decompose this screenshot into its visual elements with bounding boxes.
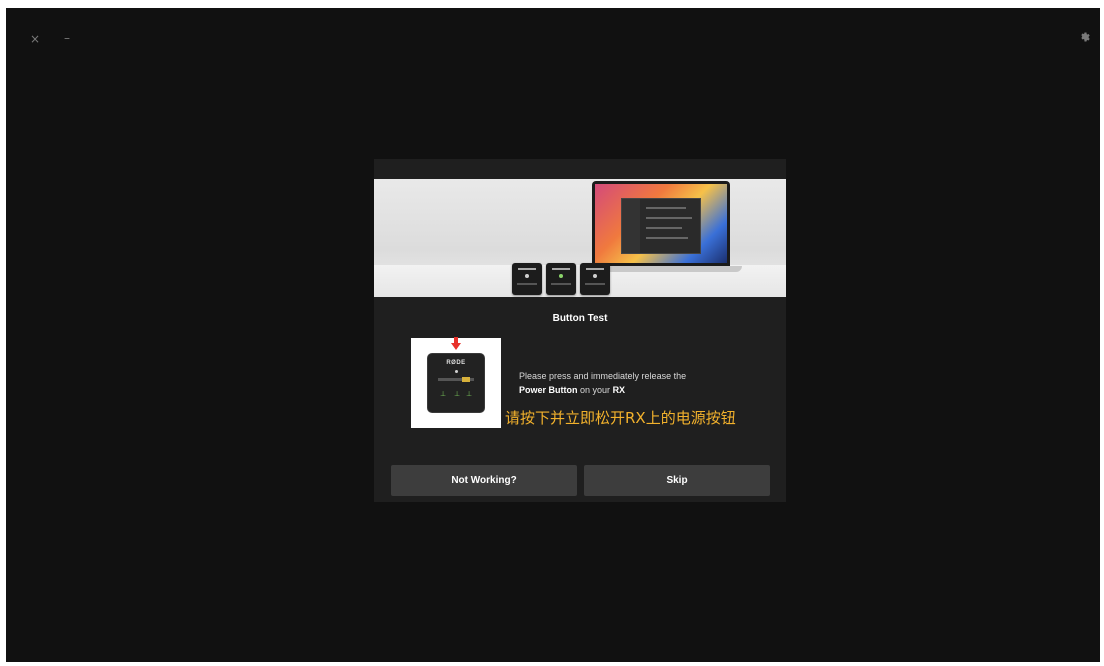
gear-icon — [1081, 32, 1090, 42]
rx-device-image: RØDE ⊥ ⊥ ⊥ — [411, 337, 501, 428]
app-window: × – Button Test RØDE ⊥ ⊥ ⊥ Please press … — [6, 8, 1100, 662]
transmitter-device — [580, 263, 610, 295]
device-brand-label: RØDE — [446, 360, 466, 366]
skip-button[interactable]: Skip — [584, 465, 770, 496]
receiver-device — [546, 263, 576, 295]
instruction-text: Please press and immediately release the… — [519, 371, 687, 395]
close-button[interactable]: × — [30, 32, 40, 46]
power-button-label: Power Button — [519, 385, 578, 395]
settings-button[interactable] — [1078, 30, 1090, 48]
transmitter-device — [512, 263, 542, 295]
hero-image — [374, 179, 786, 297]
chinese-annotation: 请按下并立即松开RX上的电源按钮 — [505, 409, 736, 427]
minimize-button[interactable]: – — [64, 31, 70, 45]
not-working-button[interactable]: Not Working? — [391, 465, 577, 496]
button-test-dialog: Button Test RØDE ⊥ ⊥ ⊥ Please press and … — [374, 159, 786, 502]
laptop-illustration — [592, 181, 730, 266]
dialog-title: Button Test — [552, 313, 608, 324]
arrow-down-icon — [451, 337, 461, 350]
rx-label: RX — [612, 385, 626, 395]
